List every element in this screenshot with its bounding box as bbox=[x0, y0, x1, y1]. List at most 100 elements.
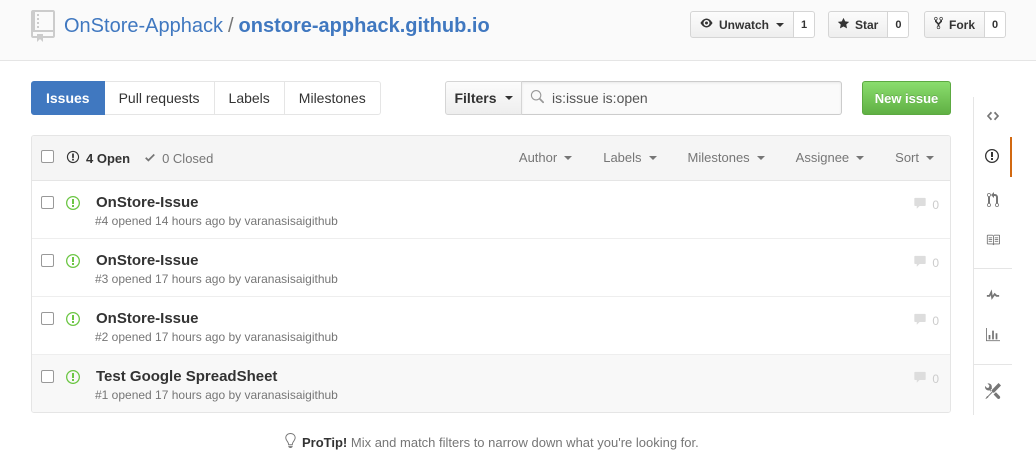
filters-button[interactable]: Filters bbox=[445, 81, 522, 115]
issue-meta: #1 opened 17 hours ago by varanasisaigit… bbox=[95, 388, 338, 402]
issue-row: OnStore-Issue #3 opened 17 hours ago by … bbox=[32, 239, 950, 297]
git-pull-request-icon bbox=[987, 191, 999, 211]
sidebar-item-graphs[interactable] bbox=[974, 316, 1012, 356]
sidebar-item-pulse[interactable] bbox=[974, 276, 1012, 316]
open-issues-filter[interactable]: 4 Open bbox=[66, 150, 130, 167]
comment-icon bbox=[913, 371, 927, 387]
issue-checkbox[interactable] bbox=[41, 254, 54, 267]
issue-title-link[interactable]: OnStore-Issue bbox=[96, 252, 199, 269]
sidebar-item-code[interactable] bbox=[974, 97, 1012, 137]
issue-meta: #2 opened 17 hours ago by varanasisaigit… bbox=[95, 330, 338, 344]
check-icon bbox=[144, 151, 156, 167]
issue-row: OnStore-Issue #4 opened 14 hours ago by … bbox=[32, 181, 950, 239]
issue-comments[interactable]: 0 bbox=[913, 255, 939, 271]
fork-button-group: Fork 0 bbox=[924, 11, 1007, 38]
sort-filter[interactable]: Sort bbox=[895, 150, 934, 165]
pulse-icon bbox=[986, 288, 1000, 305]
issue-opened-icon bbox=[985, 148, 999, 167]
repo-sidebar-nav bbox=[973, 97, 1036, 415]
filters-group: Filters is:issue is:open bbox=[445, 81, 842, 115]
protip-label: ProTip! bbox=[302, 434, 348, 450]
issue-meta: #3 opened 17 hours ago by varanasisaigit… bbox=[95, 272, 338, 286]
comment-count: 0 bbox=[932, 314, 939, 328]
graph-icon bbox=[985, 327, 1001, 345]
issue-sort-filters: Author Labels Milestones Assignee Sort bbox=[488, 150, 934, 165]
author-filter-label: Author bbox=[518, 150, 558, 165]
sidebar-item-issues[interactable] bbox=[974, 137, 1012, 177]
unwatch-label: Unwatch bbox=[719, 17, 770, 32]
sidebar-item-pull-requests[interactable] bbox=[974, 181, 1012, 221]
issue-checkbox[interactable] bbox=[41, 370, 54, 383]
issue-states: 4 Open 0 Closed bbox=[66, 150, 213, 167]
issue-title-link[interactable]: OnStore-Issue bbox=[96, 310, 199, 327]
issue-row: Test Google SpreadSheet #1 opened 17 hou… bbox=[32, 355, 950, 412]
star-label: Star bbox=[855, 17, 879, 32]
labels-filter[interactable]: Labels bbox=[603, 150, 657, 165]
fork-button[interactable]: Fork bbox=[924, 11, 986, 38]
tab-issues[interactable]: Issues bbox=[31, 81, 105, 115]
forks-count[interactable]: 0 bbox=[985, 11, 1007, 38]
chevron-down-icon bbox=[926, 155, 934, 160]
new-issue-button[interactable]: New issue bbox=[862, 81, 951, 115]
chevron-down-icon bbox=[564, 155, 573, 160]
sidebar-item-wiki[interactable] bbox=[974, 221, 1012, 261]
tab-pull-requests[interactable]: Pull requests bbox=[104, 81, 215, 115]
repo-owner-link[interactable]: OnStore-Apphack bbox=[64, 15, 223, 37]
issue-meta: #4 opened 14 hours ago by varanasisaigit… bbox=[95, 214, 338, 228]
watchers-count[interactable]: 1 bbox=[794, 11, 816, 38]
code-icon bbox=[986, 109, 1000, 126]
issue-comments[interactable]: 0 bbox=[913, 197, 939, 213]
protip-text: ProTip! Mix and match filters to narrow … bbox=[302, 435, 699, 450]
issue-opened-icon bbox=[66, 311, 80, 330]
tab-milestones[interactable]: Milestones bbox=[284, 81, 381, 115]
issues-subnav: Issues Pull requests Labels Milestones bbox=[31, 81, 381, 115]
repo-name-link[interactable]: onstore-apphack.github.io bbox=[239, 15, 490, 37]
milestones-filter-label: Milestones bbox=[687, 150, 750, 165]
watch-button-group: Unwatch 1 bbox=[690, 11, 816, 38]
issue-checkbox[interactable] bbox=[41, 196, 54, 209]
issue-title-link[interactable]: OnStore-Issue bbox=[96, 194, 199, 211]
repo-title-separator: / bbox=[227, 15, 234, 37]
issue-comments[interactable]: 0 bbox=[913, 313, 939, 329]
issue-row: OnStore-Issue #2 opened 17 hours ago by … bbox=[32, 297, 950, 355]
star-button[interactable]: Star bbox=[828, 11, 889, 38]
author-filter[interactable]: Author bbox=[518, 150, 573, 165]
issue-title-link[interactable]: Test Google SpreadSheet bbox=[96, 368, 277, 385]
tab-labels[interactable]: Labels bbox=[214, 81, 285, 115]
select-all-checkbox[interactable] bbox=[41, 150, 54, 163]
labels-filter-label: Labels bbox=[603, 150, 642, 165]
eye-icon bbox=[699, 17, 714, 32]
star-icon bbox=[837, 17, 850, 33]
closed-issues-filter[interactable]: 0 Closed bbox=[144, 150, 213, 167]
chevron-down-icon bbox=[504, 96, 513, 100]
issues-list-header: 4 Open 0 Closed Author Labels Milestones… bbox=[32, 136, 950, 181]
sidebar-item-settings[interactable] bbox=[974, 372, 1012, 412]
comment-count: 0 bbox=[932, 372, 939, 386]
star-button-group: Star 0 bbox=[828, 11, 910, 38]
comment-icon bbox=[913, 255, 927, 271]
filters-label: Filters bbox=[454, 90, 497, 106]
issue-comments[interactable]: 0 bbox=[913, 371, 939, 387]
issue-checkbox[interactable] bbox=[41, 312, 54, 325]
light-bulb-icon bbox=[284, 433, 296, 451]
issue-opened-icon bbox=[66, 369, 80, 388]
unwatch-button[interactable]: Unwatch bbox=[690, 11, 795, 38]
stargazers-count[interactable]: 0 bbox=[888, 11, 910, 38]
search-icon bbox=[530, 89, 544, 107]
comment-icon bbox=[913, 313, 927, 329]
milestones-filter[interactable]: Milestones bbox=[688, 150, 765, 165]
issue-opened-icon bbox=[66, 253, 80, 272]
repo-title: OnStore-Apphack / onstore-apphack.github.i… bbox=[64, 13, 490, 39]
fork-label: Fork bbox=[949, 17, 976, 32]
search-input[interactable]: is:issue is:open bbox=[522, 81, 842, 115]
book-icon bbox=[985, 233, 1001, 250]
comment-count: 0 bbox=[932, 198, 939, 212]
sidebar-divider bbox=[974, 364, 1012, 365]
issue-opened-icon bbox=[66, 150, 80, 167]
fork-icon bbox=[933, 16, 944, 33]
open-count-label: 4 Open bbox=[86, 151, 131, 166]
sort-filter-label: Sort bbox=[895, 150, 919, 165]
chevron-down-icon bbox=[648, 155, 657, 160]
assignee-filter[interactable]: Assignee bbox=[796, 150, 865, 165]
chevron-down-icon bbox=[756, 155, 765, 160]
